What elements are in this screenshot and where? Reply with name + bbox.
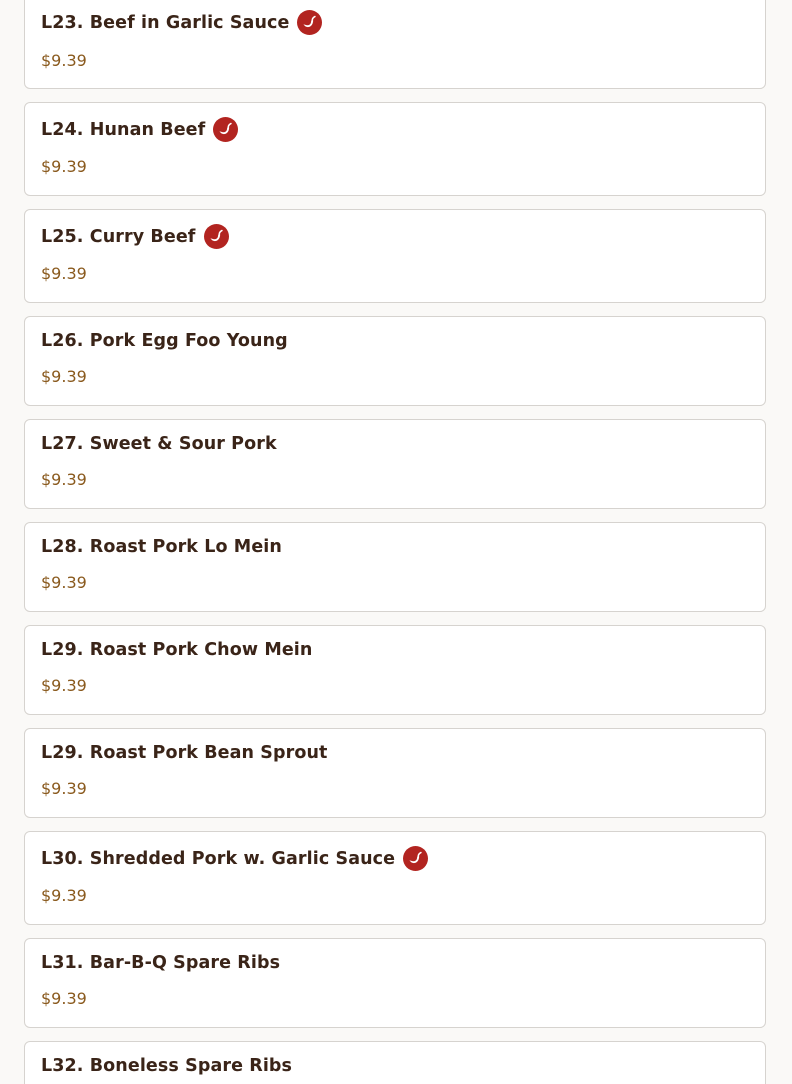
menu-item-price: $9.39: [41, 367, 87, 386]
menu-item-name: L26. Pork Egg Foo Young: [41, 331, 288, 351]
menu-item-name-row: L25. Curry Beef: [41, 224, 229, 249]
menu-item-name: L23. Beef in Garlic Sauce: [41, 12, 290, 33]
menu-item-price: $9.39: [41, 51, 87, 70]
menu-item-name: L28. Roast Pork Lo Mein: [41, 537, 282, 557]
menu-item-name: L32. Boneless Spare Ribs: [41, 1056, 293, 1076]
menu-item-name-row: L28. Roast Pork Lo Mein: [41, 537, 282, 557]
menu-item-card[interactable]: L32. Boneless Spare Ribs: [24, 1041, 766, 1084]
menu-item-name-row: L26. Pork Egg Foo Young: [41, 331, 288, 351]
chili-pepper-icon: [203, 224, 229, 249]
menu-item-card[interactable]: L29. Roast Pork Bean Sprout $9.39: [24, 728, 766, 818]
menu-item-name-row: L24. Hunan Beef: [41, 117, 239, 142]
menu-item-name-row: L23. Beef in Garlic Sauce: [41, 10, 323, 35]
chili-pepper-icon: [213, 117, 239, 142]
menu-item-name: L30. Shredded Pork w. Garlic Sauce: [41, 848, 396, 869]
menu-item-card[interactable]: L23. Beef in Garlic Sauce $9.39: [24, 0, 766, 89]
menu-item-name: L24. Hunan Beef: [41, 119, 206, 140]
menu-item-card[interactable]: L28. Roast Pork Lo Mein $9.39: [24, 522, 766, 612]
menu-item-name: L27. Sweet & Sour Pork: [41, 434, 277, 454]
menu-item-name-row: L27. Sweet & Sour Pork: [41, 434, 277, 454]
chili-pepper-icon: [403, 846, 429, 871]
chili-pepper-icon: [297, 10, 323, 35]
menu-item-price: $9.39: [41, 676, 87, 695]
menu-item-card[interactable]: L26. Pork Egg Foo Young $9.39: [24, 316, 766, 406]
menu-item-card[interactable]: L24. Hunan Beef $9.39: [24, 102, 766, 196]
menu-item-name-row: L31. Bar-B-Q Spare Ribs: [41, 953, 280, 973]
menu-item-name-row: L30. Shredded Pork w. Garlic Sauce: [41, 846, 429, 871]
menu-item-name: L25. Curry Beef: [41, 226, 196, 247]
menu-item-name-row: L29. Roast Pork Bean Sprout: [41, 743, 328, 763]
menu-item-name: L31. Bar-B-Q Spare Ribs: [41, 953, 281, 973]
menu-item-list: L23. Beef in Garlic Sauce $9.39 L24. Hun…: [0, 0, 792, 1084]
menu-item-price: $9.39: [41, 157, 87, 176]
menu-item-name: L29. Roast Pork Bean Sprout: [41, 743, 328, 763]
menu-item-card[interactable]: L29. Roast Pork Chow Mein $9.39: [24, 625, 766, 715]
menu-item-card[interactable]: L25. Curry Beef $9.39: [24, 209, 766, 303]
menu-item-name-row: L29. Roast Pork Chow Mein: [41, 640, 312, 660]
menu-item-price: $9.39: [41, 886, 87, 905]
menu-item-price: $9.39: [41, 573, 87, 592]
menu-item-card[interactable]: L27. Sweet & Sour Pork $9.39: [24, 419, 766, 509]
menu-item-price: $9.39: [41, 989, 87, 1008]
menu-item-name: L29. Roast Pork Chow Mein: [41, 640, 313, 660]
menu-item-price: $9.39: [41, 779, 87, 798]
menu-item-card[interactable]: L31. Bar-B-Q Spare Ribs $9.39: [24, 938, 766, 1028]
menu-item-name-row: L32. Boneless Spare Ribs: [41, 1056, 292, 1076]
menu-item-price: $9.39: [41, 264, 87, 283]
menu-item-price: $9.39: [41, 470, 87, 489]
menu-item-card[interactable]: L30. Shredded Pork w. Garlic Sauce $9.39: [24, 831, 766, 925]
